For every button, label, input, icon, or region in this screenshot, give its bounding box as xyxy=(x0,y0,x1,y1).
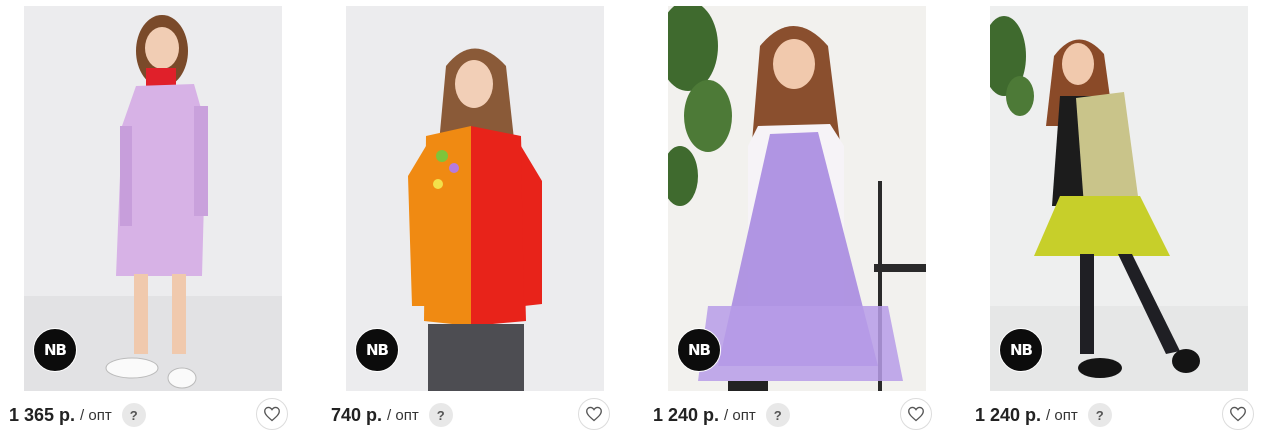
product-grid: NB 1 365 р. / опт ? NB 740 р. / опт ? NB… xyxy=(0,0,1267,435)
product-photo[interactable]: NB xyxy=(24,6,282,391)
brand-logo: NB xyxy=(355,328,399,372)
heart-icon xyxy=(264,406,280,422)
price: 1 240 р. xyxy=(653,404,720,425)
favorite-button[interactable] xyxy=(578,398,610,430)
price-unit: / опт xyxy=(1046,406,1078,424)
price-unit: / опт xyxy=(387,406,419,424)
product-card[interactable]: NB 1 365 р. / опт ? xyxy=(0,0,300,435)
brand-logo: NB xyxy=(999,328,1043,372)
price-help-icon[interactable]: ? xyxy=(428,403,453,427)
product-card[interactable]: NB 740 р. / опт ? xyxy=(322,0,622,435)
product-photo[interactable]: NB xyxy=(990,6,1248,391)
product-card[interactable]: NB 1 240 р. / опт ? xyxy=(966,0,1266,435)
price-help-icon[interactable]: ? xyxy=(765,403,790,427)
price: 1 365 р. xyxy=(9,404,76,425)
price-unit: / опт xyxy=(724,406,756,424)
price-help-icon[interactable]: ? xyxy=(121,403,146,427)
favorite-button[interactable] xyxy=(256,398,288,430)
favorite-button[interactable] xyxy=(1222,398,1254,430)
product-photo[interactable]: NB xyxy=(668,6,926,391)
price: 1 240 р. xyxy=(975,404,1042,425)
price-help-icon[interactable]: ? xyxy=(1087,403,1112,427)
price-unit: / опт xyxy=(80,406,112,424)
price: 740 р. xyxy=(331,404,383,425)
product-card[interactable]: NB 1 240 р. / опт ? xyxy=(644,0,944,435)
brand-logo: NB xyxy=(677,328,721,372)
favorite-button[interactable] xyxy=(900,398,932,430)
product-photo[interactable]: NB xyxy=(346,6,604,391)
brand-logo: NB xyxy=(33,328,77,372)
heart-icon xyxy=(1230,406,1246,422)
heart-icon xyxy=(908,406,924,422)
heart-icon xyxy=(586,406,602,422)
